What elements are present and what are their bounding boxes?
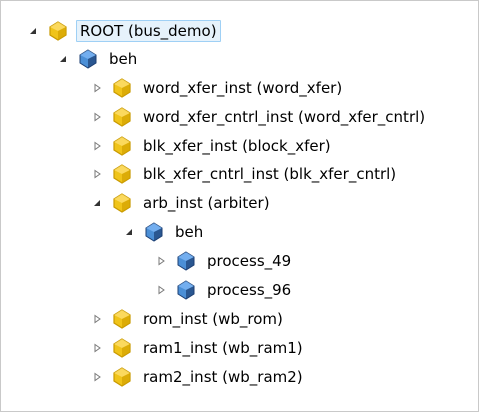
- collapsed-arrow-icon[interactable]: [90, 312, 104, 326]
- tree-row-word-xfer-cntrl-inst-label: word_xfer_cntrl_inst (word_xfer_cntrl): [143, 108, 426, 126]
- tree-row-arb-beh[interactable]: beh: [122, 220, 206, 244]
- collapsed-arrow-icon[interactable]: [90, 139, 104, 153]
- instance-icon: [112, 193, 132, 213]
- tree-row-root[interactable]: ROOT (bus_demo): [26, 19, 221, 43]
- tree-row-rom-inst[interactable]: rom_inst (wb_rom): [90, 307, 286, 331]
- tree-row-process-96[interactable]: process_96: [154, 278, 294, 302]
- collapsed-arrow-icon[interactable]: [90, 167, 104, 181]
- hierarchy-tree-panel: ROOT (bus_demo) beh word_xfer_inst (word…: [0, 0, 479, 412]
- process-icon: [176, 251, 196, 271]
- architecture-icon: [78, 49, 98, 69]
- instance-icon: [112, 338, 132, 358]
- instance-icon: [112, 107, 132, 127]
- tree-row-ram1-inst-label: ram1_inst (wb_ram1): [143, 339, 303, 357]
- tree-row-arb-beh-label: beh: [175, 223, 204, 241]
- tree-row-word-xfer-cntrl-inst[interactable]: word_xfer_cntrl_inst (word_xfer_cntrl): [90, 105, 428, 129]
- tree-view: ROOT (bus_demo) beh word_xfer_inst (word…: [1, 1, 478, 411]
- instance-icon: [112, 136, 132, 156]
- tree-row-blk-xfer-inst[interactable]: blk_xfer_inst (block_xfer): [90, 134, 334, 158]
- tree-row-word-xfer-inst[interactable]: word_xfer_inst (word_xfer): [90, 76, 345, 100]
- architecture-icon: [144, 222, 164, 242]
- instance-icon: [112, 367, 132, 387]
- tree-row-rom-inst-label: rom_inst (wb_rom): [143, 310, 283, 328]
- tree-row-ram2-inst[interactable]: ram2_inst (wb_ram2): [90, 365, 306, 389]
- expanded-arrow-icon[interactable]: [26, 24, 40, 38]
- tree-row-process-96-label: process_96: [207, 281, 292, 299]
- tree-row-word-xfer-inst-label: word_xfer_inst (word_xfer): [143, 79, 343, 97]
- collapsed-arrow-icon[interactable]: [90, 370, 104, 384]
- tree-row-arb-inst[interactable]: arb_inst (arbiter): [90, 191, 273, 215]
- collapsed-arrow-icon[interactable]: [90, 110, 104, 124]
- collapsed-arrow-icon[interactable]: [154, 254, 168, 268]
- tree-row-blk-xfer-cntrl-inst[interactable]: blk_xfer_cntrl_inst (blk_xfer_cntrl): [90, 162, 399, 186]
- tree-row-beh[interactable]: beh: [56, 47, 140, 71]
- tree-row-process-49[interactable]: process_49: [154, 249, 294, 273]
- tree-row-root-label: ROOT (bus_demo): [76, 20, 221, 42]
- expanded-arrow-icon[interactable]: [56, 52, 70, 66]
- tree-row-ram2-inst-label: ram2_inst (wb_ram2): [143, 368, 303, 386]
- instance-icon: [48, 21, 68, 41]
- tree-row-blk-xfer-inst-label: blk_xfer_inst (block_xfer): [143, 137, 331, 155]
- tree-row-beh-label: beh: [109, 50, 138, 68]
- collapsed-arrow-icon[interactable]: [154, 283, 168, 297]
- instance-icon: [112, 164, 132, 184]
- tree-row-process-49-label: process_49: [207, 252, 292, 270]
- instance-icon: [112, 309, 132, 329]
- collapsed-arrow-icon[interactable]: [90, 81, 104, 95]
- instance-icon: [112, 78, 132, 98]
- collapsed-arrow-icon[interactable]: [90, 341, 104, 355]
- tree-row-ram1-inst[interactable]: ram1_inst (wb_ram1): [90, 336, 306, 360]
- expanded-arrow-icon[interactable]: [122, 225, 136, 239]
- tree-row-blk-xfer-cntrl-inst-label: blk_xfer_cntrl_inst (blk_xfer_cntrl): [143, 165, 397, 183]
- expanded-arrow-icon[interactable]: [90, 196, 104, 210]
- process-icon: [176, 280, 196, 300]
- tree-row-arb-inst-label: arb_inst (arbiter): [143, 194, 270, 212]
